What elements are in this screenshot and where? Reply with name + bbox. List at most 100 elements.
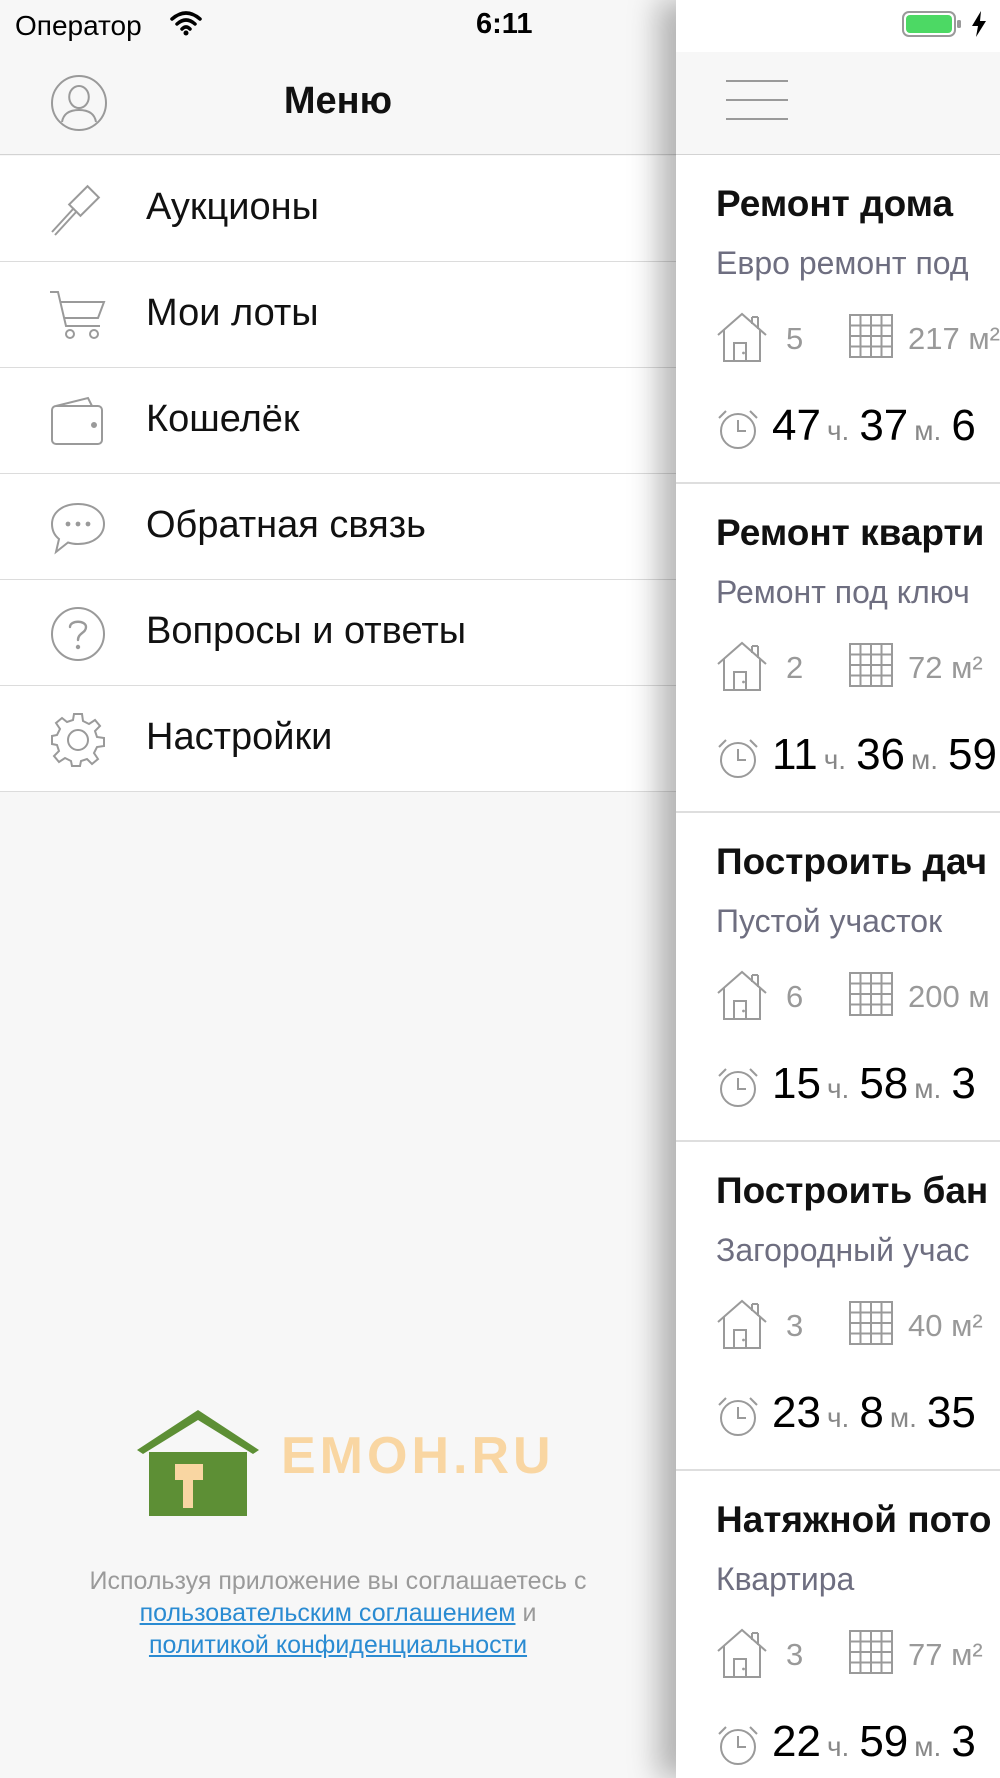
privacy-link[interactable]: политикой конфиденциальности (149, 1631, 527, 1659)
menu-list: Аукционы Мои лоты Кошелёк Обратная связь… (0, 156, 676, 792)
hours-unit: ч. (826, 1731, 850, 1762)
lot-rooms: 3 (786, 1308, 804, 1343)
battery-icon (902, 11, 961, 37)
lot-countdown: 47 ч. 37 м. 6 (772, 401, 976, 451)
floor-plan-icon (849, 314, 893, 358)
lot-rooms: 6 (786, 979, 804, 1014)
lot-area: 217 м² (908, 321, 1000, 356)
menu-item-label: Вопросы и ответы (146, 610, 467, 652)
lot-countdown: 22 ч. 59 м. 3 (772, 1717, 976, 1767)
wifi-icon (170, 11, 202, 36)
lot-card[interactable]: Построить бан Загородный учас 3 40 м² 23… (676, 1142, 1000, 1471)
lots-header (676, 52, 1000, 155)
lot-area: 200 м (908, 979, 990, 1014)
lot-area: 72 м² (908, 650, 983, 685)
alarm-clock-icon (718, 410, 758, 449)
timer-minutes: 8 (859, 1388, 884, 1437)
house-icon (717, 1628, 767, 1678)
timer-seconds: 6 (951, 401, 976, 450)
minutes-unit: м. (914, 1073, 942, 1104)
lot-subtitle: Пустой участок (716, 903, 943, 939)
hamburger-menu-icon[interactable] (726, 80, 788, 124)
brand-logo: EMOH.RU (135, 1408, 555, 1518)
lot-card[interactable]: Натяжной пото Квартира 3 77 м² 22 ч. 59 м. 3 (676, 1471, 1000, 1778)
timer-hours: 15 (772, 1059, 821, 1108)
hours-unit: ч. (826, 1402, 850, 1433)
menu-item-label: Обратная связь (146, 504, 426, 546)
house-icon (717, 312, 767, 362)
minutes-unit: м. (914, 1731, 942, 1762)
lots-list: Ремонт дома Евро ремонт под 5 217 м² 47 ч… (676, 155, 1000, 1778)
minutes-unit: м. (914, 415, 942, 446)
lot-subtitle: Квартира (716, 1561, 855, 1597)
timer-seconds: 35 (926, 1388, 976, 1437)
menu-item-label: Аукционы (146, 186, 319, 228)
logo-text: EMOH.RU (281, 1427, 555, 1485)
hours-unit: ч. (826, 1073, 850, 1104)
lot-rooms: 3 (786, 1637, 804, 1672)
lot-title: Построить бан (716, 1170, 989, 1211)
terms-text: Используя приложение вы соглашаетесь с (89, 1567, 587, 1595)
cart-icon (50, 291, 106, 339)
menu-item-label: Настройки (146, 716, 333, 758)
timer-seconds: 59 (948, 730, 997, 779)
terms-link[interactable]: пользовательским соглашением (140, 1599, 516, 1627)
lot-area: 40 м² (908, 1308, 983, 1343)
menu-item-label: Кошелёк (146, 398, 300, 440)
floor-plan-icon (849, 1301, 893, 1345)
timer-hours: 11 (772, 730, 818, 779)
lot-card[interactable]: Ремонт дома Евро ремонт под 5 217 м² 47 ч… (676, 155, 1000, 484)
timer-hours: 22 (772, 1717, 821, 1766)
conjunction-text: и (522, 1599, 537, 1627)
house-logo-icon (137, 1410, 259, 1516)
lot-title: Построить дач (716, 841, 988, 882)
house-icon (717, 970, 767, 1020)
terms-footer: Используя приложение вы соглашаетесь с п… (0, 1565, 676, 1661)
lot-title: Ремонт кварти (716, 512, 985, 553)
side-menu: Меню Аукционы Мои лоты Кошелёк Обратная … (0, 0, 676, 1778)
timer-minutes: 59 (859, 1717, 909, 1766)
charging-bolt-icon (972, 11, 986, 37)
menu-item-settings[interactable]: Настройки (0, 686, 676, 792)
lot-subtitle: Евро ремонт под (716, 245, 969, 281)
lot-countdown: 15 ч. 58 м. 3 (772, 1059, 976, 1109)
gear-icon (51, 713, 105, 767)
lot-countdown: 11 ч. 36 м. 59 (772, 730, 997, 780)
lot-subtitle: Ремонт под ключ (716, 574, 970, 610)
lot-countdown: 23 ч. 8 м. 35 (772, 1388, 976, 1438)
alarm-clock-icon (718, 739, 758, 778)
house-icon (717, 1299, 767, 1349)
status-bar: Оператор 6:11 (0, 0, 1000, 52)
menu-item-feedback[interactable]: Обратная связь (0, 474, 676, 580)
gavel-icon (51, 184, 101, 236)
minutes-unit: м. (889, 1402, 917, 1433)
lot-rooms: 2 (786, 650, 804, 685)
question-icon (51, 607, 105, 661)
lot-card[interactable]: Построить дач Пустой участок 6 200 м 15 ч… (676, 813, 1000, 1142)
clock-time: 6:11 (476, 8, 533, 40)
alarm-clock-icon (718, 1726, 758, 1765)
floor-plan-icon (849, 643, 893, 687)
menu-title: Меню (283, 80, 393, 122)
timer-minutes: 37 (859, 401, 909, 450)
timer-seconds: 3 (951, 1717, 976, 1766)
lots-panel[interactable]: Ремонт дома Евро ремонт под 5 217 м² 47 ч… (676, 0, 1000, 1778)
menu-header: Меню (0, 52, 676, 155)
timer-minutes: 58 (859, 1059, 909, 1108)
chat-icon (50, 502, 106, 555)
hours-unit: ч. (826, 415, 850, 446)
lot-title: Ремонт дома (716, 183, 954, 224)
menu-item-faq[interactable]: Вопросы и ответы (0, 580, 676, 686)
menu-item-my-lots[interactable]: Мои лоты (0, 262, 676, 368)
menu-item-auctions[interactable]: Аукционы (0, 156, 676, 262)
lot-card[interactable]: Ремонт кварти Ремонт под ключ 2 72 м² 11… (676, 484, 1000, 813)
lot-area: 77 м² (908, 1637, 983, 1672)
lot-title: Натяжной пото (716, 1499, 992, 1540)
menu-item-wallet[interactable]: Кошелёк (0, 368, 676, 474)
lot-subtitle: Загородный учас (716, 1232, 970, 1268)
house-icon (717, 641, 767, 691)
timer-hours: 47 (772, 401, 821, 450)
alarm-clock-icon (718, 1397, 758, 1436)
alarm-clock-icon (718, 1068, 758, 1107)
timer-seconds: 3 (951, 1059, 976, 1108)
